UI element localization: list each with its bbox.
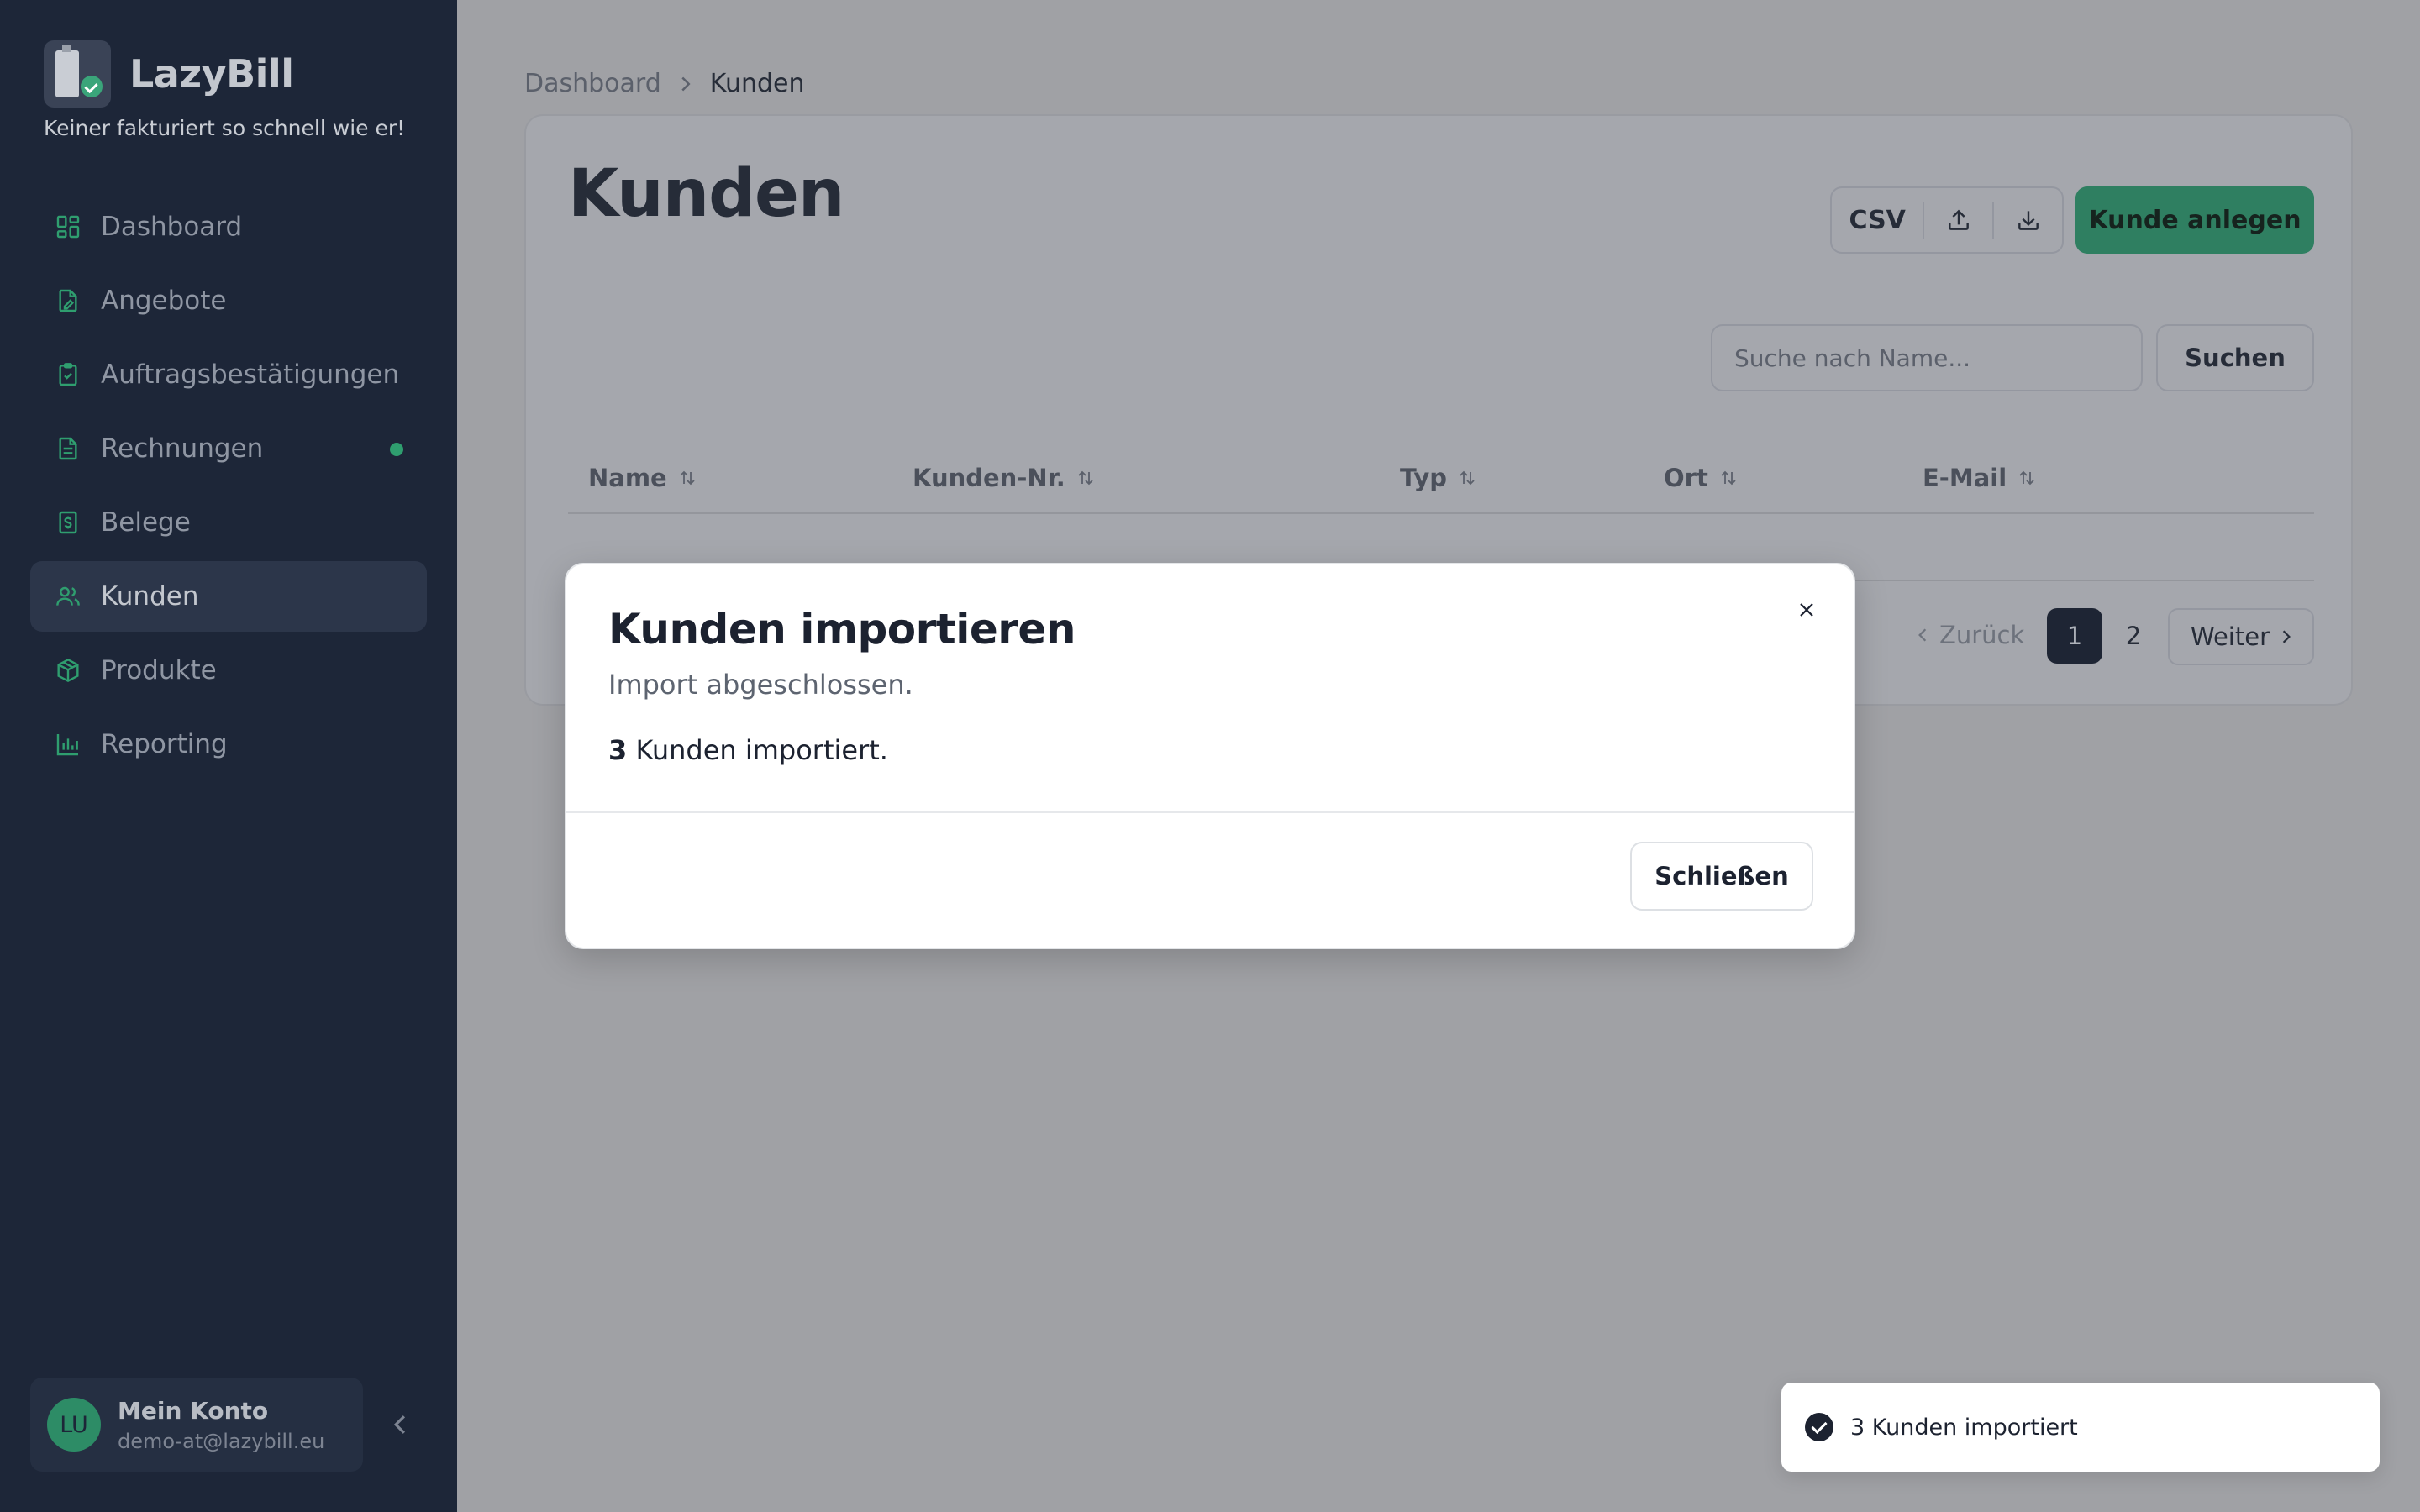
chevron-left-icon — [1918, 627, 1928, 643]
upload-icon — [1948, 209, 1969, 230]
pagination-page-2[interactable]: 2 — [2106, 608, 2161, 664]
search-button[interactable]: Suchen — [2156, 324, 2314, 391]
close-icon — [1800, 603, 1813, 617]
column-header-typ[interactable]: Typ — [1400, 464, 1477, 492]
toast-text: 3 Kunden importiert — [1850, 1414, 2078, 1441]
collapse-sidebar-button[interactable] — [388, 1408, 412, 1441]
search-input[interactable] — [1711, 324, 2143, 391]
page-title: Kunden — [568, 156, 844, 232]
download-icon — [2018, 211, 2039, 230]
sidebar-nav: Dashboard Angebote Auftragsbestätigungen… — [30, 192, 427, 783]
dialog-message: 3 Kunden importiert. — [608, 734, 888, 766]
breadcrumb-current: Kunden — [709, 69, 805, 98]
create-customer-button[interactable]: Kunde anlegen — [2075, 186, 2314, 254]
sidebar-item-dashboard[interactable]: Dashboard — [30, 192, 427, 262]
column-header-name[interactable]: Name — [588, 464, 697, 492]
import-dialog: Kunden importieren Import abgeschlossen.… — [565, 563, 1855, 949]
logo-icon — [44, 40, 111, 108]
sidebar-item-kunden[interactable]: Kunden — [30, 561, 427, 632]
column-header-email[interactable]: E-Mail — [1923, 464, 2037, 492]
brand[interactable]: LazyBill — [44, 40, 294, 108]
csv-download-button[interactable] — [1994, 188, 2062, 252]
sidebar-item-rechnungen[interactable]: Rechnungen — [30, 413, 427, 484]
chevron-right-icon — [2281, 629, 2291, 644]
sidebar: LazyBill Keiner fakturiert so schnell wi… — [0, 0, 457, 1512]
sidebar-item-reporting[interactable]: Reporting — [30, 709, 427, 780]
app-tagline: Keiner fakturiert so schnell wie er! — [44, 116, 406, 140]
sidebar-item-label: Kunden — [101, 581, 199, 612]
invoice-icon — [54, 434, 82, 463]
quote-document-icon — [54, 286, 82, 315]
app-name: LazyBill — [129, 51, 294, 97]
dialog-divider — [566, 811, 1854, 813]
dialog-title: Kunden importieren — [608, 605, 1076, 654]
account-menu[interactable]: LU Mein Konto demo-at@lazybill.eu — [30, 1378, 363, 1472]
check-circle-icon — [1805, 1413, 1833, 1441]
pagination-page-1[interactable]: 1 — [2047, 608, 2102, 664]
sidebar-item-angebote[interactable]: Angebote — [30, 265, 427, 336]
account-email: demo-at@lazybill.eu — [118, 1429, 325, 1453]
sidebar-item-label: Auftragsbestätigungen — [101, 360, 400, 390]
avatar: LU — [47, 1398, 101, 1452]
sidebar-item-belege[interactable]: Belege — [30, 487, 427, 558]
csv-upload-button[interactable] — [1924, 188, 1992, 252]
close-button[interactable]: Schließen — [1630, 842, 1813, 911]
sidebar-item-label: Belege — [101, 507, 191, 538]
users-icon — [54, 582, 82, 611]
sidebar-item-label: Dashboard — [101, 212, 243, 242]
sidebar-item-label: Reporting — [101, 729, 228, 759]
account-name: Mein Konto — [118, 1396, 269, 1425]
dashboard-icon — [54, 213, 82, 241]
import-message-text: Kunden importiert. — [635, 734, 888, 766]
receipt-icon — [54, 508, 82, 537]
sidebar-item-label: Produkte — [101, 655, 217, 685]
toast-notification: 3 Kunden importiert — [1781, 1383, 2380, 1472]
breadcrumb: Dashboard Kunden — [524, 69, 805, 98]
pagination-prev-button[interactable]: Zurück — [1918, 606, 2024, 664]
sort-icon — [2017, 468, 2037, 488]
sort-icon — [1718, 468, 1739, 488]
close-dialog-button[interactable] — [1790, 593, 1823, 627]
box-icon — [54, 656, 82, 685]
bar-chart-icon — [54, 730, 82, 759]
breadcrumb-dashboard-link[interactable]: Dashboard — [524, 69, 661, 98]
import-count: 3 — [608, 734, 628, 766]
column-header-kunden-nr[interactable]: Kunden-Nr. — [913, 464, 1096, 492]
sort-icon — [1076, 468, 1096, 488]
sidebar-item-label: Angebote — [101, 286, 227, 316]
pagination-next-button[interactable]: Weiter — [2168, 608, 2314, 665]
chevron-left-icon — [393, 1415, 406, 1434]
table-header: Name Kunden-Nr. Typ Ort E-Mail — [568, 447, 2314, 514]
column-header-ort[interactable]: Ort — [1664, 464, 1739, 492]
sort-icon — [1457, 468, 1477, 488]
csv-button-group: CSV — [1830, 186, 2064, 254]
csv-label: CSV — [1849, 205, 1906, 235]
clipboard-check-icon — [54, 360, 82, 389]
sidebar-item-auftragsbestaetigungen[interactable]: Auftragsbestätigungen — [30, 339, 427, 410]
sort-icon — [677, 468, 697, 488]
sidebar-item-produkte[interactable]: Produkte — [30, 635, 427, 706]
chevron-right-icon — [680, 76, 692, 92]
notification-dot — [390, 443, 403, 456]
dialog-subtitle: Import abgeschlossen. — [608, 669, 913, 701]
sidebar-item-label: Rechnungen — [101, 433, 264, 464]
